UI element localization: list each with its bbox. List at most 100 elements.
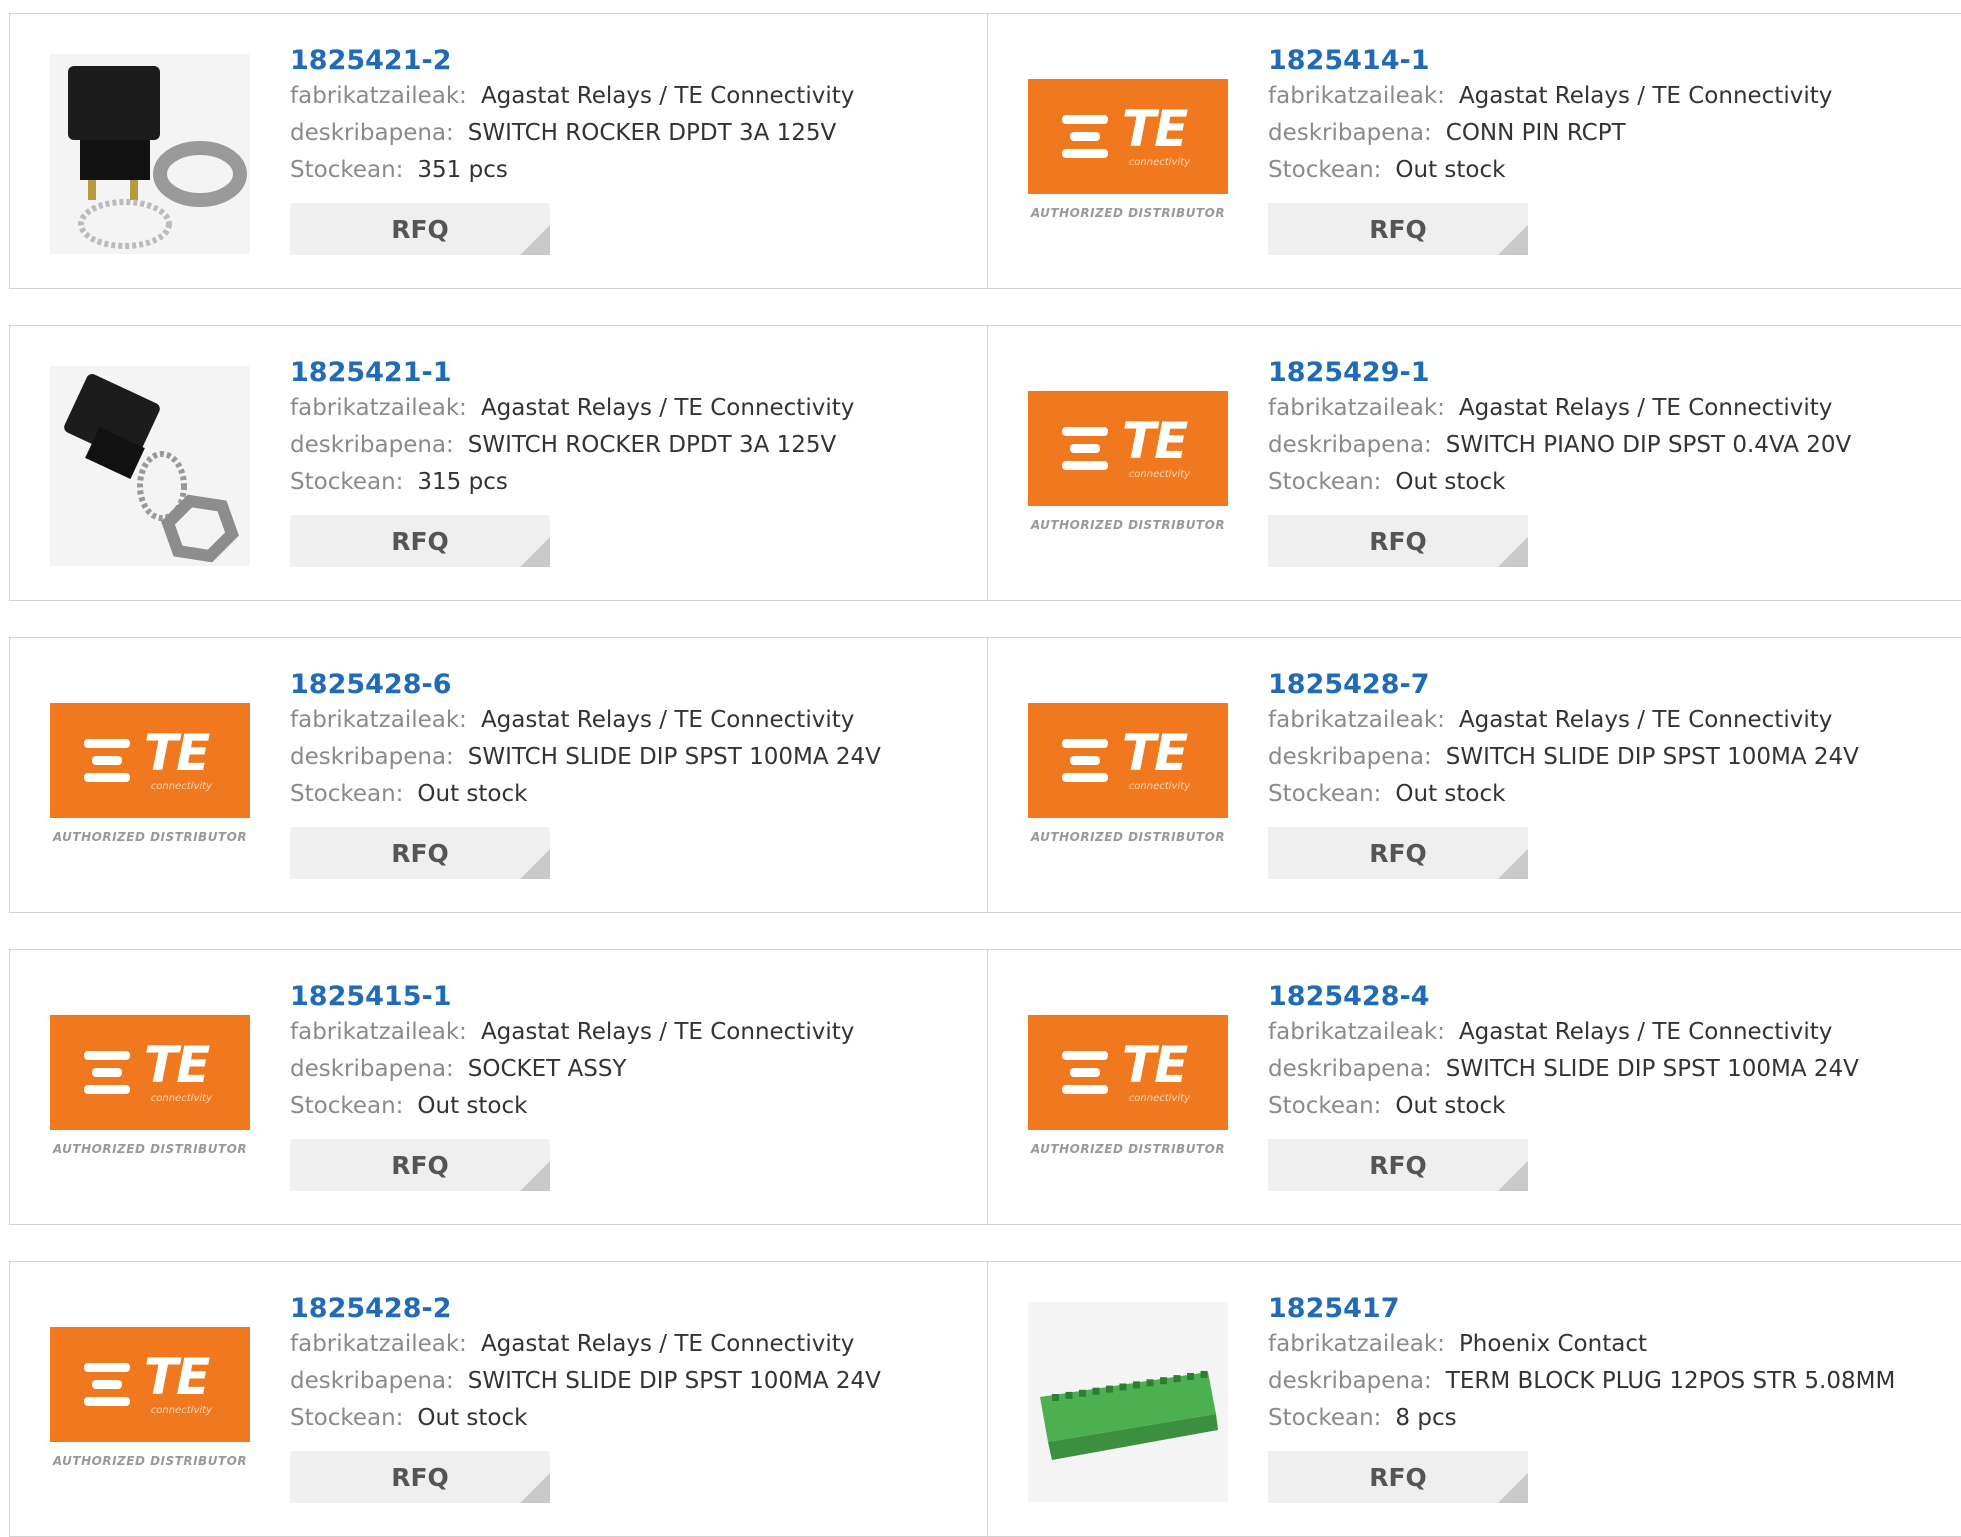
product-info: 1825417 fabrikatzaileak: Phoenix Contact … [1268,1292,1950,1503]
part-number-link[interactable]: 1825428-4 [1268,980,1950,1014]
description-label: deskribapena: [1268,432,1432,458]
description-row: deskribapena: TERM BLOCK PLUG 12POS STR 5… [1268,1363,1950,1400]
part-number-link[interactable]: 1825428-7 [1268,668,1950,702]
description-label: deskribapena: [290,432,454,458]
manufacturer-value: Agastat Relays / TE Connectivity [480,707,855,733]
rfq-button[interactable]: RFQ [1268,1451,1528,1503]
description-value: SWITCH ROCKER DPDT 3A 125V [467,120,837,146]
description-label: deskribapena: [1268,120,1432,146]
rfq-button[interactable]: RFQ [1268,827,1528,879]
description-row: deskribapena: SOCKET ASSY [290,1051,968,1088]
product-image[interactable]: TE connectivity AUTHORIZED DISTRIBUTOR [50,1302,250,1502]
corner-fold-icon [1498,1473,1528,1503]
stock-label: Stockean: [290,157,404,183]
corner-fold-icon [1498,225,1528,255]
terminal-block-icon [1028,1302,1228,1502]
stock-label: Stockean: [290,469,404,495]
rfq-button[interactable]: RFQ [1268,1139,1528,1191]
product-image[interactable] [50,366,250,566]
manufacturer-label: fabrikatzaileak: [290,83,467,109]
stock-value: Out stock [417,781,528,807]
rfq-button[interactable]: RFQ [290,515,550,567]
product-image[interactable]: TE connectivity AUTHORIZED DISTRIBUTOR [1028,678,1228,878]
product-info: 1825428-7 fabrikatzaileak: Agastat Relays… [1268,668,1950,879]
product-image[interactable]: TE connectivity AUTHORIZED DISTRIBUTOR [1028,366,1228,566]
authorized-distributor-text: AUTHORIZED DISTRIBUTOR [1030,206,1226,220]
description-label: deskribapena: [290,120,454,146]
part-number-link[interactable]: 1825429-1 [1268,356,1950,390]
manufacturer-label: fabrikatzaileak: [290,1019,467,1045]
description-value: SWITCH SLIDE DIP SPST 100MA 24V [467,1368,881,1394]
te-logo-text: TE [1122,724,1188,782]
part-number-link[interactable]: 1825415-1 [290,980,968,1014]
rfq-button[interactable]: RFQ [290,203,550,255]
te-bars-icon [84,739,130,790]
description-value: SWITCH SLIDE DIP SPST 100MA 24V [1445,744,1859,770]
stock-value: Out stock [1395,157,1506,183]
product-image[interactable]: TE connectivity AUTHORIZED DISTRIBUTOR [50,678,250,878]
rfq-button-label: RFQ [1369,1150,1427,1180]
part-number-link[interactable]: 1825428-6 [290,668,968,702]
product-image[interactable] [50,54,250,254]
description-value: CONN PIN RCPT [1445,120,1626,146]
description-label: deskribapena: [1268,1056,1432,1082]
description-row: deskribapena: CONN PIN RCPT [1268,115,1950,152]
rfq-button[interactable]: RFQ [1268,515,1528,567]
product-info: 1825428-4 fabrikatzaileak: Agastat Relays… [1268,980,1950,1191]
te-logo: TE connectivity AUTHORIZED DISTRIBUTOR [50,1015,250,1165]
manufacturer-value: Agastat Relays / TE Connectivity [1458,707,1833,733]
product-card: TE connectivity AUTHORIZED DISTRIBUTOR 182… [987,325,1961,601]
stock-value: Out stock [417,1093,528,1119]
product-image[interactable]: TE connectivity AUTHORIZED DISTRIBUTOR [50,990,250,1190]
authorized-distributor-text: AUTHORIZED DISTRIBUTOR [52,1142,248,1156]
rfq-button[interactable]: RFQ [1268,203,1528,255]
te-logo: TE connectivity AUTHORIZED DISTRIBUTOR [1028,703,1228,853]
manufacturer-row: fabrikatzaileak: Agastat Relays / TE Conn… [1268,390,1950,427]
description-value: SWITCH SLIDE DIP SPST 100MA 24V [467,744,881,770]
stock-row: Stockean: 8 pcs [1268,1400,1950,1437]
stock-value: Out stock [417,1405,528,1431]
te-logo-subtext: connectivity [1128,157,1190,168]
te-logo-badge: TE connectivity [1028,703,1228,818]
part-number-link[interactable]: 1825421-1 [290,356,968,390]
rocker-switch-icon [50,366,250,566]
stock-label: Stockean: [1268,781,1382,807]
manufacturer-label: fabrikatzaileak: [1268,707,1445,733]
rfq-button[interactable]: RFQ [290,827,550,879]
product-info: 1825421-2 fabrikatzaileak: Agastat Relays… [290,44,968,255]
stock-row: Stockean: Out stock [1268,776,1950,813]
manufacturer-row: fabrikatzaileak: Agastat Relays / TE Conn… [290,1014,968,1051]
description-row: deskribapena: SWITCH ROCKER DPDT 3A 125V [290,427,968,464]
stock-label: Stockean: [1268,1093,1382,1119]
part-number-link[interactable]: 1825414-1 [1268,44,1950,78]
product-image[interactable]: TE connectivity AUTHORIZED DISTRIBUTOR [1028,990,1228,1190]
rfq-button-label: RFQ [1369,838,1427,868]
description-row: deskribapena: SWITCH SLIDE DIP SPST 100MA… [1268,739,1950,776]
product-card: 1825421-1 fabrikatzaileak: Agastat Relays… [9,325,989,601]
part-number-link[interactable]: 1825417 [1268,1292,1950,1326]
product-card: TE connectivity AUTHORIZED DISTRIBUTOR 182… [9,1261,989,1537]
description-value: SOCKET ASSY [467,1056,627,1082]
manufacturer-label: fabrikatzaileak: [1268,1019,1445,1045]
product-card: TE connectivity AUTHORIZED DISTRIBUTOR 182… [987,637,1961,913]
part-number-link[interactable]: 1825421-2 [290,44,968,78]
part-number-link[interactable]: 1825428-2 [290,1292,968,1326]
product-info: 1825428-2 fabrikatzaileak: Agastat Relays… [290,1292,968,1503]
corner-fold-icon [520,1161,550,1191]
rfq-button[interactable]: RFQ [290,1139,550,1191]
authorized-distributor-text: AUTHORIZED DISTRIBUTOR [52,830,248,844]
authorized-distributor-text: AUTHORIZED DISTRIBUTOR [1030,830,1226,844]
corner-fold-icon [520,537,550,567]
product-image[interactable]: TE connectivity AUTHORIZED DISTRIBUTOR [1028,54,1228,254]
rfq-button[interactable]: RFQ [290,1451,550,1503]
te-bars-icon [1062,115,1108,166]
description-label: deskribapena: [1268,744,1432,770]
authorized-distributor-text: AUTHORIZED DISTRIBUTOR [1030,518,1226,532]
product-image[interactable] [1028,1302,1228,1502]
stock-row: Stockean: 351 pcs [290,152,968,189]
product-info: 1825421-1 fabrikatzaileak: Agastat Relays… [290,356,968,567]
stock-label: Stockean: [1268,1405,1382,1431]
te-bars-icon [84,1363,130,1414]
stock-label: Stockean: [290,1093,404,1119]
product-card: 1825421-2 fabrikatzaileak: Agastat Relays… [9,13,989,289]
